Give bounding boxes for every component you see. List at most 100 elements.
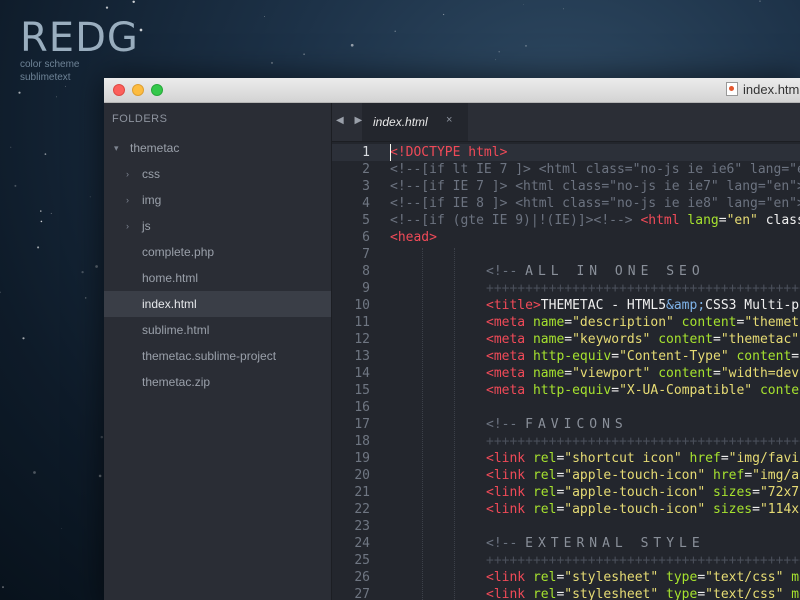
code-line: <meta name="description" content="themet… <box>486 314 800 331</box>
title-bar[interactable]: index.html <box>104 78 800 103</box>
code-line: <head> <box>390 229 437 246</box>
code-token: = <box>718 213 727 228</box>
code-token: "stylesheet" <box>564 587 659 600</box>
folders-header: FOLDERS <box>112 113 168 125</box>
code-token: media <box>791 570 800 585</box>
code-token: media <box>791 587 800 600</box>
sidebar-item-label: css <box>142 167 160 181</box>
star <box>22 337 25 340</box>
sidebar-item-label: sublime.html <box>142 323 210 337</box>
sidebar-item-label: home.html <box>142 271 199 285</box>
star <box>132 0 135 4</box>
sidebar-item-sublime-html[interactable]: sublime.html <box>104 317 331 343</box>
line-number: 17 <box>354 417 370 432</box>
code-token: href <box>681 451 721 466</box>
code-token: = <box>744 468 753 483</box>
sidebar-item-css[interactable]: › css <box>104 161 331 187</box>
code-token: "viewport" <box>572 366 651 381</box>
sidebar-item-themetac-sublime-project[interactable]: themetac.sublime-project <box>104 343 331 369</box>
code-token: href <box>705 468 745 483</box>
star <box>84 297 87 299</box>
star <box>44 153 47 155</box>
star <box>18 91 21 94</box>
sidebar-item-home-html[interactable]: home.html <box>104 265 331 291</box>
code-line: <link rel="apple-touch-icon" sizes="114x… <box>486 501 800 518</box>
code-token: "img/apple.png" <box>752 468 800 483</box>
code-token: "114x114" <box>759 502 800 517</box>
code-token: = <box>564 366 573 381</box>
code-line: <!--[if IE 7 ]> <html class="no-js ie ie… <box>390 178 800 195</box>
window-title-text: index.html <box>743 82 800 97</box>
sidebar-item-label: complete.php <box>142 245 215 259</box>
code-token: = <box>564 332 573 347</box>
sidebar-item-complete-php[interactable]: complete.php <box>104 239 331 265</box>
tab-close-icon[interactable]: × <box>446 114 452 126</box>
code-token: ++++++++++++++++++++++++++++++++++++++++… <box>486 434 800 449</box>
chevron-right-icon[interactable]: › <box>126 187 129 213</box>
code-line: <!--[if IE 8 ]> <html class="no-js ie ie… <box>390 195 800 212</box>
star <box>95 265 98 268</box>
html-file-icon <box>726 82 738 96</box>
chevron-right-icon[interactable]: › <box>126 161 129 187</box>
star <box>264 16 265 17</box>
code-area[interactable]: 1 <!DOCTYPE html> 2 <!--[if lt IE 7 ]> <htm… <box>332 142 800 600</box>
code-line: <meta http-equiv="Content-Type" content=… <box>486 348 800 365</box>
code-token: ALL IN ONE SEO <box>525 264 705 279</box>
minimize-window-button[interactable] <box>132 84 144 96</box>
sidebar-item-themetac-zip[interactable]: themetac.zip <box>104 369 331 395</box>
line-number: 6 <box>362 230 370 245</box>
line-number: 27 <box>354 587 370 600</box>
editor-pane: ◀ ▶ index.html × 1 <!DOCTYPE html> 2 <!--[i… <box>332 103 800 600</box>
star <box>394 30 396 32</box>
code-token: content <box>728 349 792 364</box>
code-line: ++++++++++++++++++++++++++++++++++++++++… <box>486 280 800 297</box>
code-line: <!--[if lt IE 7 ]> <html class="no-js ie… <box>390 161 800 178</box>
brand-logo: REDG <box>20 15 139 61</box>
code-token: = <box>752 485 760 500</box>
chevron-down-icon[interactable]: ▾ <box>114 135 119 161</box>
tab-bar: ◀ ▶ index.html × <box>332 103 800 142</box>
sidebar-item-label: index.html <box>142 297 197 311</box>
chevron-right-icon[interactable]: › <box>126 213 129 239</box>
code-token: "text/css" <box>705 587 784 600</box>
code-token: rel <box>532 468 557 483</box>
code-token: <head> <box>390 230 437 245</box>
code-token: content <box>650 366 714 381</box>
code-token: <!-- <box>486 536 526 551</box>
code-line: <!-- EXTERNAL STYLE <box>486 535 705 552</box>
code-token: http-equiv <box>532 383 612 398</box>
code-line: <link rel="shortcut icon" href="img/favi… <box>486 450 800 467</box>
star <box>498 51 500 53</box>
code-token: content <box>759 383 800 398</box>
code-token: "72x72" <box>759 485 800 500</box>
code-token: name <box>532 366 565 381</box>
code-token: <meta <box>486 332 533 347</box>
code-token: = <box>564 315 573 330</box>
star <box>98 474 102 478</box>
zoom-window-button[interactable] <box>151 84 163 96</box>
sidebar-item-js[interactable]: › js <box>104 213 331 239</box>
text-cursor <box>390 144 391 161</box>
code-token: sizes <box>705 485 753 500</box>
code-line: ++++++++++++++++++++++++++++++++++++++++… <box>486 433 800 450</box>
sidebar-item-index-html[interactable]: index.html <box>104 291 331 317</box>
line-number: 15 <box>354 383 370 398</box>
code-token: = <box>611 383 620 398</box>
tab-index-html[interactable]: index.html × <box>362 103 468 141</box>
code-token: <!--[if lt IE 7 ]> <html class="no-js ie… <box>390 162 800 177</box>
code-token: rel <box>532 485 557 500</box>
sidebar-item-img[interactable]: › img <box>104 187 331 213</box>
line-number: 5 <box>362 213 370 228</box>
star <box>442 13 445 16</box>
star <box>40 220 43 223</box>
code-token: FAVICONS <box>525 417 628 432</box>
code-token: <link <box>486 502 533 517</box>
sidebar-item-themetac[interactable]: ▾ themetac <box>104 135 331 161</box>
code-token: rel <box>532 502 557 517</box>
sidebar-item-label: img <box>142 193 162 207</box>
star <box>50 212 52 214</box>
code-token: <meta <box>486 366 533 381</box>
star <box>2 586 4 589</box>
close-window-button[interactable] <box>113 84 125 96</box>
code-token: type <box>658 570 698 585</box>
